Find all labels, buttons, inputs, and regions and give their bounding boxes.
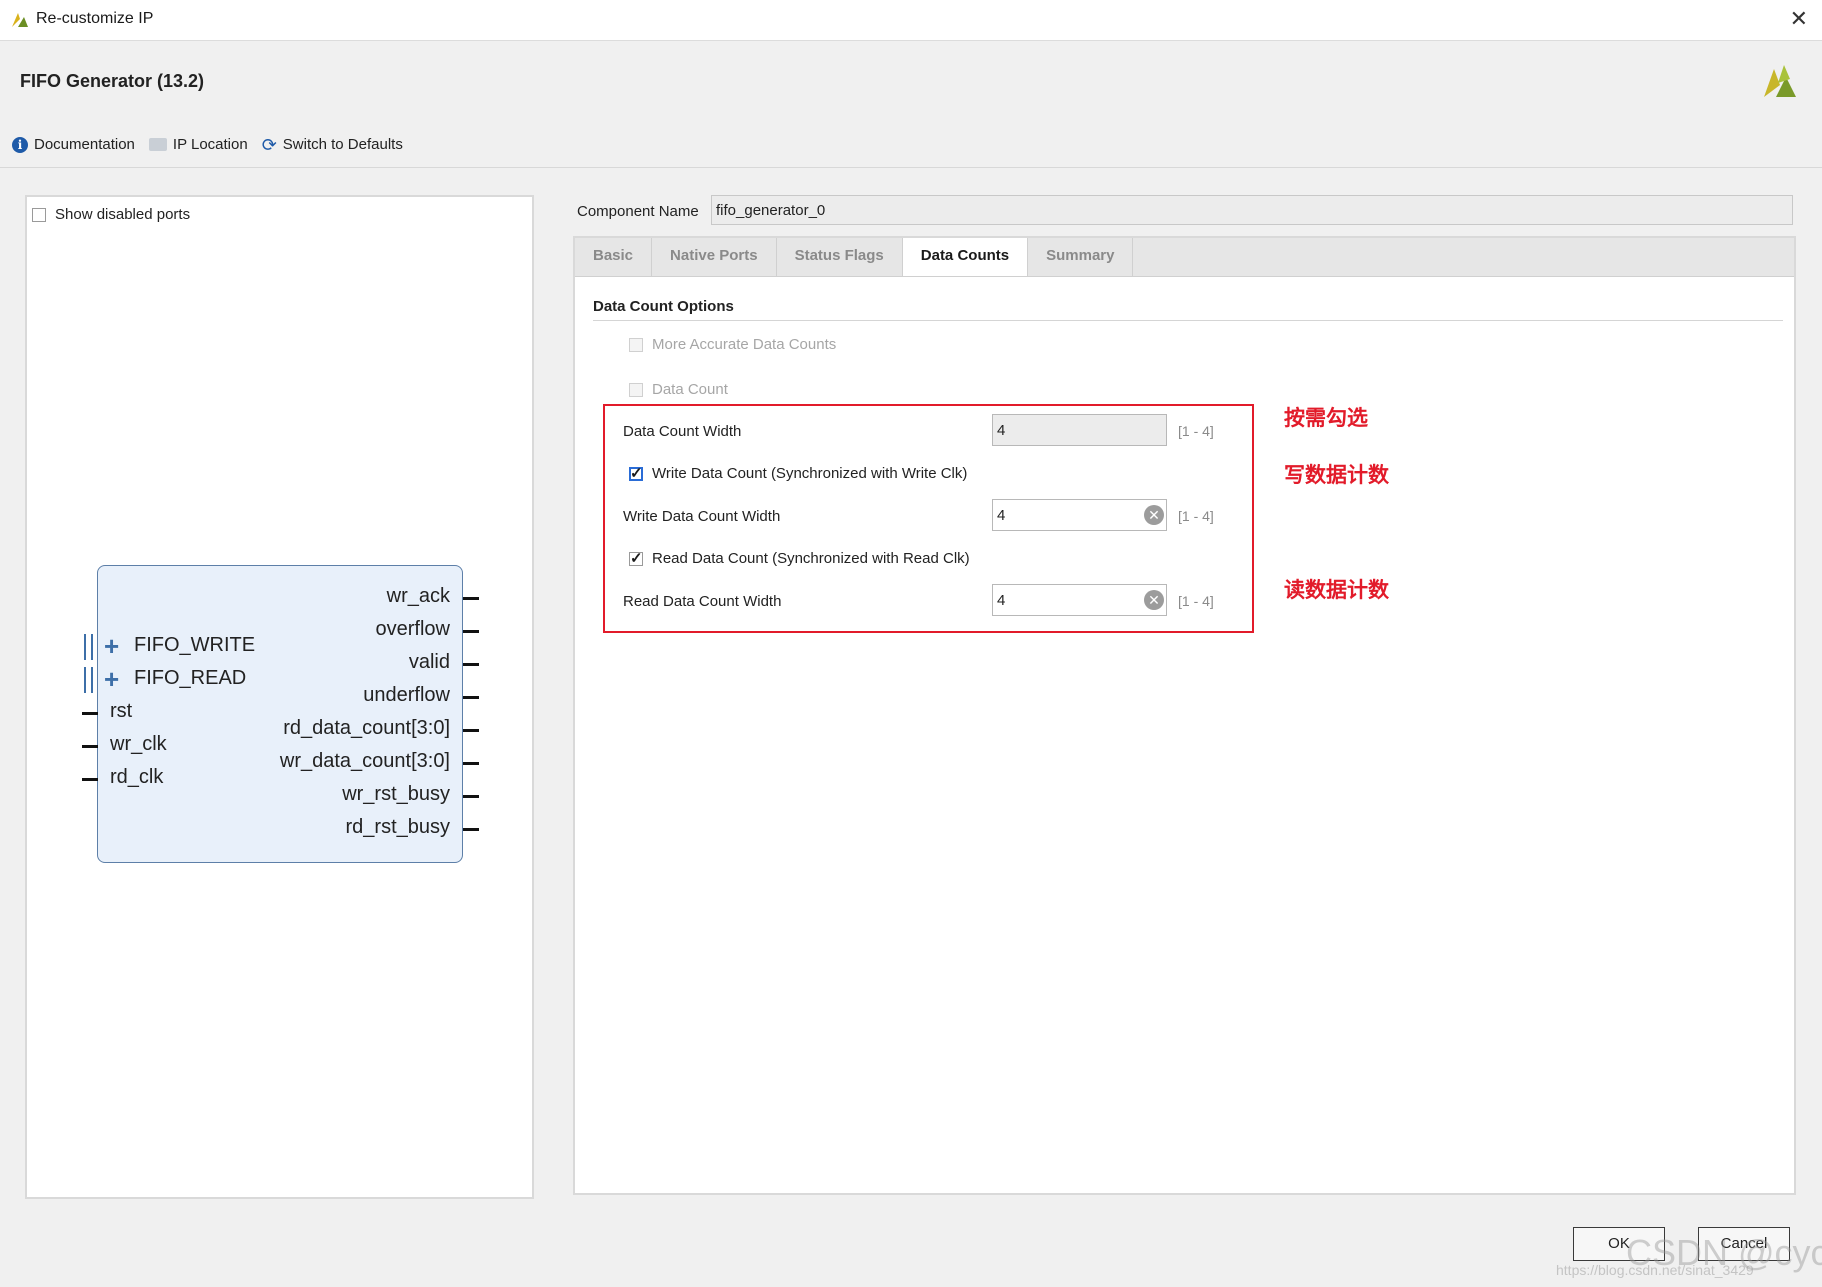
ip-location-button[interactable]: IP Location [148, 136, 248, 153]
pin-stub [463, 663, 479, 666]
config-panel: Component Name fifo_generator_0 Basic Na… [573, 195, 1796, 1195]
ip-title: FIFO Generator (13.2) [20, 71, 205, 91]
pin-stub [463, 828, 479, 831]
tab-basic[interactable]: Basic [575, 238, 653, 276]
ip-symbol-panel: Show disabled ports + FIFO_WRITE + FIFO_… [25, 195, 534, 1199]
more-accurate-checkbox [629, 337, 643, 352]
pin-stub [82, 778, 98, 781]
folder-icon [148, 138, 167, 151]
annotation-write-count: 写数据计数 [1284, 463, 1389, 487]
expand-plus-icon[interactable]: + [104, 633, 119, 659]
documentation-button[interactable]: i Documentation [12, 136, 135, 153]
pin-stub [463, 630, 479, 633]
ip-symbol-block: + FIFO_WRITE + FIFO_READ rst wr_clk rd_c… [82, 565, 479, 863]
port-valid: valid [408, 651, 450, 673]
pin-stub [463, 729, 479, 732]
port-overflow: overflow [375, 618, 450, 640]
pin-stub [463, 795, 479, 798]
port-fifo-write: FIFO_WRITE [134, 634, 256, 656]
tab-native-ports[interactable]: Native Ports [652, 238, 777, 276]
port-wr-clk: wr_clk [110, 733, 167, 755]
component-name-label: Component Name [577, 203, 699, 220]
pin-stub [463, 597, 479, 600]
highlight-box [603, 404, 1254, 633]
data-count-option: Data Count [629, 381, 728, 398]
port-underflow: underflow [363, 684, 450, 706]
component-name-input[interactable]: fifo_generator_0 [711, 195, 1793, 225]
more-accurate-option: More Accurate Data Counts [629, 336, 836, 353]
switch-defaults-label: Switch to Defaults [282, 136, 403, 153]
section-title: Data Count Options [593, 298, 734, 315]
refresh-icon: ⟳ [261, 134, 277, 155]
port-rd-rst-busy: rd_rst_busy [345, 816, 451, 838]
documentation-label: Documentation [34, 136, 135, 153]
show-disabled-ports-checkbox[interactable] [32, 207, 46, 222]
tab-status-flags[interactable]: Status Flags [777, 238, 903, 276]
port-wr-ack: wr_ack [386, 585, 450, 607]
port-wr-rst-busy: wr_rst_busy [342, 783, 450, 805]
data-count-label: Data Count [652, 381, 728, 398]
pin-stub [82, 712, 98, 715]
pin-stub [82, 745, 98, 748]
port-rd-data-count: rd_data_count[3:0] [283, 717, 450, 739]
tab-data-counts[interactable]: Data Counts [902, 238, 1029, 276]
ip-location-label: IP Location [172, 136, 248, 153]
section-divider [593, 320, 1783, 321]
more-accurate-label: More Accurate Data Counts [652, 336, 837, 353]
tab-bar: Basic Native Ports Status Flags Data Cou… [575, 238, 1794, 277]
window-titlebar: Re-customize IP ✕ [0, 0, 1822, 41]
show-disabled-ports-label: Show disabled ports [55, 206, 191, 223]
port-fifo-read: FIFO_READ [134, 667, 247, 689]
xilinx-logo-icon [1764, 65, 1796, 97]
expand-plus-icon[interactable]: + [104, 666, 119, 692]
pin-stub [463, 696, 479, 699]
annotation-select-as-needed: 按需勾选 [1284, 406, 1368, 430]
ip-header: FIFO Generator (13.2) i Documentation IP… [0, 41, 1822, 168]
port-rst: rst [110, 700, 133, 722]
port-wr-data-count: wr_data_count[3:0] [279, 750, 450, 772]
switch-defaults-button[interactable]: ⟳ Switch to Defaults [261, 134, 403, 155]
tab-summary[interactable]: Summary [1028, 238, 1134, 276]
pin-stub [463, 762, 479, 765]
show-disabled-ports-option[interactable]: Show disabled ports [32, 206, 190, 223]
data-count-checkbox [629, 382, 643, 397]
tab-container: Basic Native Ports Status Flags Data Cou… [573, 236, 1796, 1195]
annotation-read-count: 读数据计数 [1284, 578, 1389, 602]
port-rd-clk: rd_clk [110, 766, 164, 788]
close-icon[interactable]: ✕ [1790, 6, 1808, 32]
watermark-url: https://blog.csdn.net/sinat_3429 [1556, 1262, 1754, 1278]
bus-port-marker [84, 667, 93, 693]
bus-port-marker [84, 634, 93, 660]
window-title: Re-customize IP [36, 10, 154, 27]
vivado-app-icon [12, 13, 28, 27]
info-icon: i [12, 136, 28, 153]
toolbar: i Documentation IP Location ⟳ Switch to … [12, 134, 403, 155]
